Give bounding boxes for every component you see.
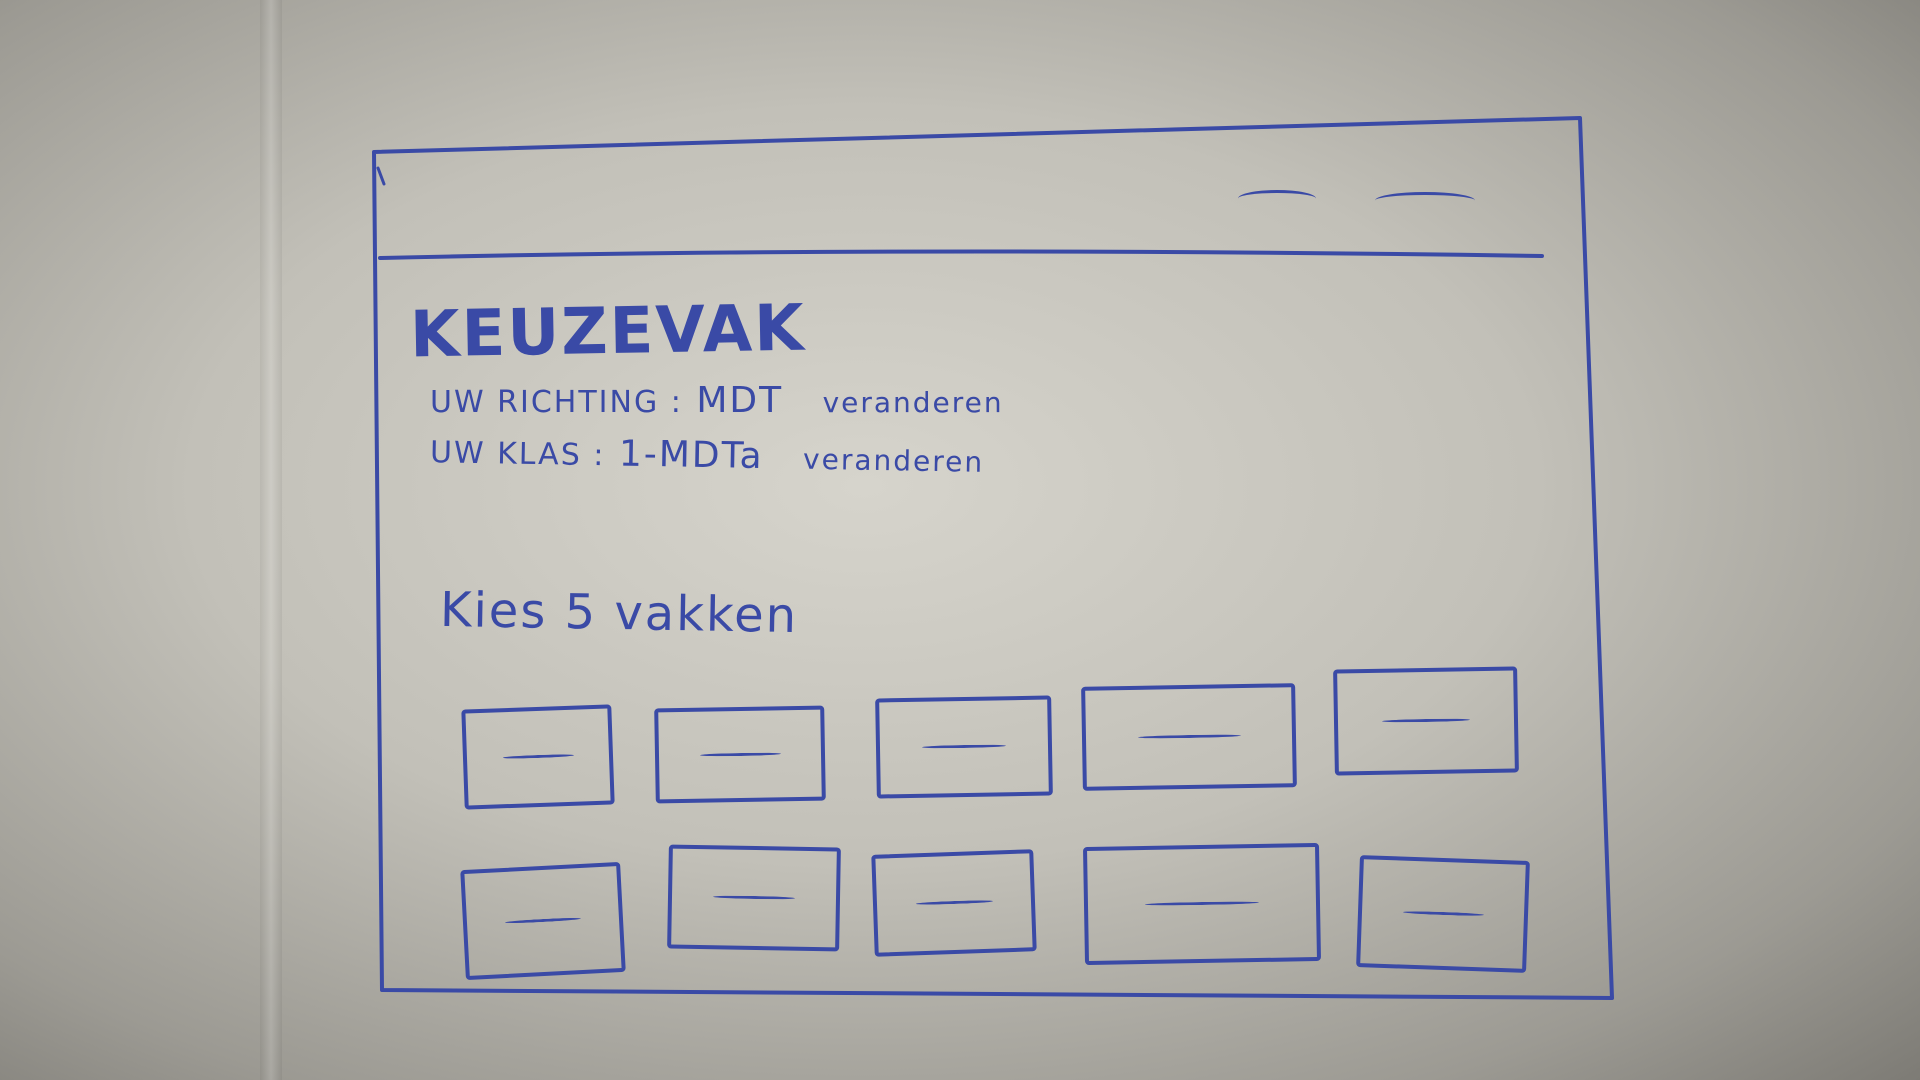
- klas-value: 1-MDTa: [618, 433, 765, 477]
- course-card-label-placeholder: [502, 753, 574, 760]
- richting-value: MDT: [696, 380, 784, 421]
- page-corner-mark: [376, 166, 386, 186]
- course-card[interactable]: [654, 705, 826, 804]
- course-card-label-placeholder: [915, 899, 993, 906]
- course-card-label-placeholder: [921, 744, 1007, 749]
- course-card-label-placeholder: [1402, 910, 1484, 917]
- course-card[interactable]: [667, 844, 841, 952]
- course-card[interactable]: [1333, 666, 1519, 776]
- course-card-label-placeholder: [1137, 734, 1241, 739]
- richting-row: UW RICHTING : MDT veranderen: [430, 380, 1004, 421]
- course-card-label-placeholder: [504, 916, 581, 924]
- klas-change-link[interactable]: veranderen: [803, 443, 985, 479]
- notebook-photo: KEUZEVAK UW RICHTING : MDT veranderen UW…: [0, 0, 1920, 1080]
- richting-change-link[interactable]: veranderen: [823, 386, 1004, 419]
- course-card[interactable]: [460, 861, 626, 981]
- choose-courses-prompt: Kies 5 vakken: [439, 581, 799, 645]
- header-divider: [378, 249, 1544, 260]
- course-card[interactable]: [871, 849, 1037, 957]
- nav-link-1[interactable]: [1238, 190, 1316, 207]
- course-card[interactable]: [1081, 683, 1297, 791]
- page-title: KEUZEVAK: [409, 291, 807, 373]
- course-card-label-placeholder: [1381, 718, 1471, 723]
- course-card[interactable]: [1356, 855, 1530, 973]
- klas-label: UW KLAS :: [429, 435, 606, 474]
- course-card[interactable]: [875, 695, 1053, 799]
- nav-link-2[interactable]: [1375, 192, 1475, 209]
- course-card[interactable]: [1082, 842, 1322, 966]
- course-card-label-placeholder: [712, 895, 796, 900]
- richting-label: UW RICHTING :: [430, 385, 683, 420]
- course-card-label-placeholder: [699, 752, 781, 757]
- course-card[interactable]: [461, 704, 615, 810]
- course-card-label-placeholder: [1144, 900, 1260, 906]
